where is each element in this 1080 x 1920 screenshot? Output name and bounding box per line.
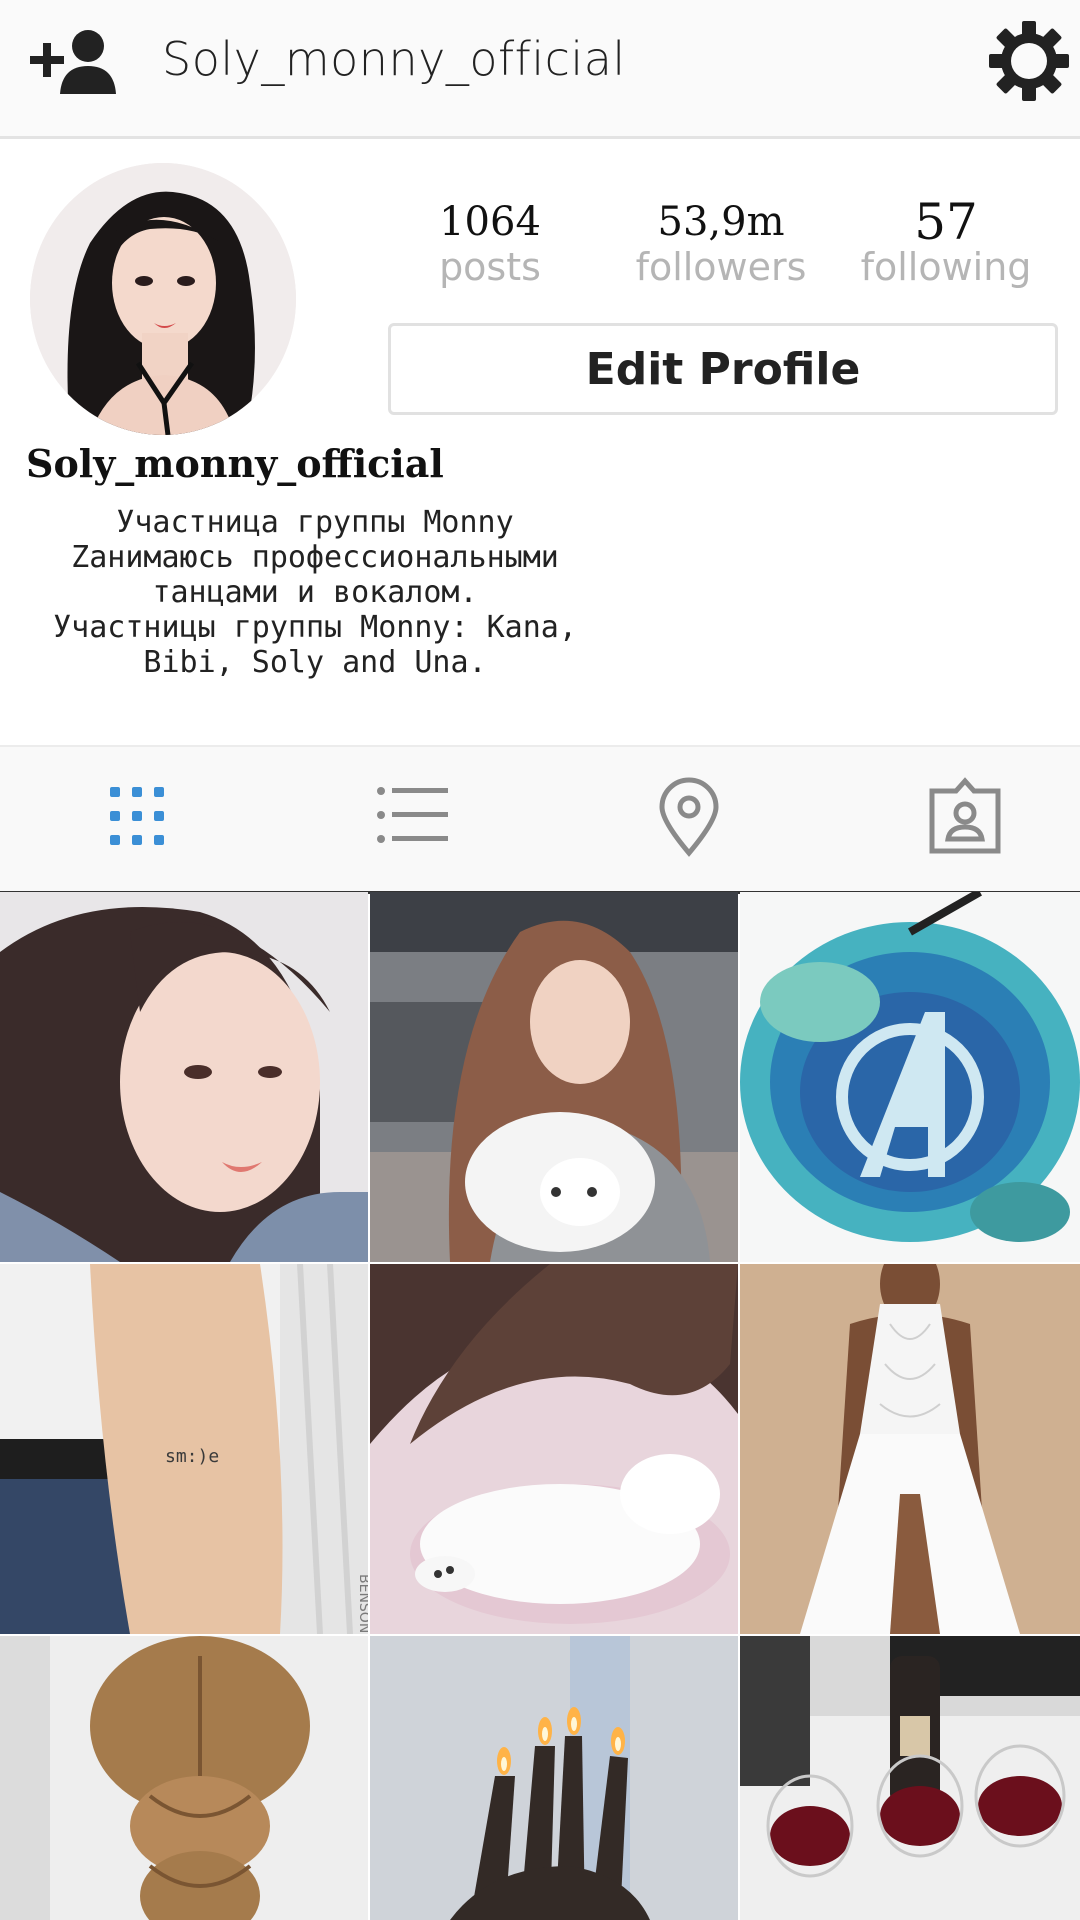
post-thumbnail[interactable] bbox=[370, 892, 738, 1262]
post-thumbnail[interactable] bbox=[740, 1264, 1080, 1634]
tagged-photos-icon[interactable] bbox=[920, 777, 1010, 857]
profile-section: 1064 posts 53,9m followers 57 following … bbox=[0, 139, 1080, 739]
followers-count[interactable]: 53,9m followers bbox=[621, 199, 821, 289]
post-thumbnail[interactable] bbox=[740, 1636, 1080, 1920]
header-username: Soly_monny_official bbox=[162, 32, 626, 86]
post-thumbnail[interactable] bbox=[740, 892, 1080, 1262]
profile-bio: Участница группы Monny Zанимаюсь професс… bbox=[30, 505, 600, 680]
followers-label: followers bbox=[635, 245, 807, 289]
bio-line: танцами и вокалом. bbox=[152, 575, 478, 610]
location-pin-icon[interactable] bbox=[644, 777, 734, 857]
posts-count[interactable]: 1064 posts bbox=[390, 199, 590, 289]
following-value: 57 bbox=[914, 193, 978, 251]
post-thumbnail[interactable]: sm:)e BENSON bbox=[0, 1264, 368, 1634]
post-thumbnail[interactable] bbox=[370, 1264, 738, 1634]
profile-tabs bbox=[0, 745, 1080, 894]
posts-value: 1064 bbox=[439, 199, 541, 245]
avatar[interactable] bbox=[30, 163, 296, 435]
edit-profile-button[interactable]: Edit Profile bbox=[388, 323, 1058, 415]
bio-line: Участницы группы Monny: Kana, bbox=[53, 610, 577, 645]
post-thumbnail[interactable] bbox=[370, 1636, 738, 1920]
post-thumbnail[interactable] bbox=[0, 892, 368, 1262]
bio-line: Участница группы Monny bbox=[116, 505, 514, 540]
watermark-text: BENSON bbox=[356, 1574, 368, 1633]
tattoo-text: sm:)e bbox=[165, 1446, 219, 1467]
post-grid: sm:)e BENSON bbox=[0, 892, 1080, 1920]
grid-icon[interactable] bbox=[92, 777, 182, 857]
posts-label: posts bbox=[439, 245, 541, 289]
bio-line: Zанимаюсь профессиональными bbox=[71, 540, 559, 575]
profile-display-name: Soly_monny_official bbox=[26, 441, 444, 486]
following-label: following bbox=[860, 245, 1032, 289]
following-count[interactable]: 57 following bbox=[846, 193, 1046, 289]
post-thumbnail[interactable] bbox=[0, 1636, 368, 1920]
gear-icon[interactable] bbox=[988, 20, 1070, 102]
followers-value: 53,9m bbox=[657, 199, 785, 245]
list-icon[interactable] bbox=[368, 777, 458, 857]
top-bar: Soly_monny_official bbox=[0, 0, 1080, 139]
bio-line: Bibi, Soly and Una. bbox=[143, 645, 487, 680]
add-user-icon[interactable] bbox=[28, 26, 120, 98]
